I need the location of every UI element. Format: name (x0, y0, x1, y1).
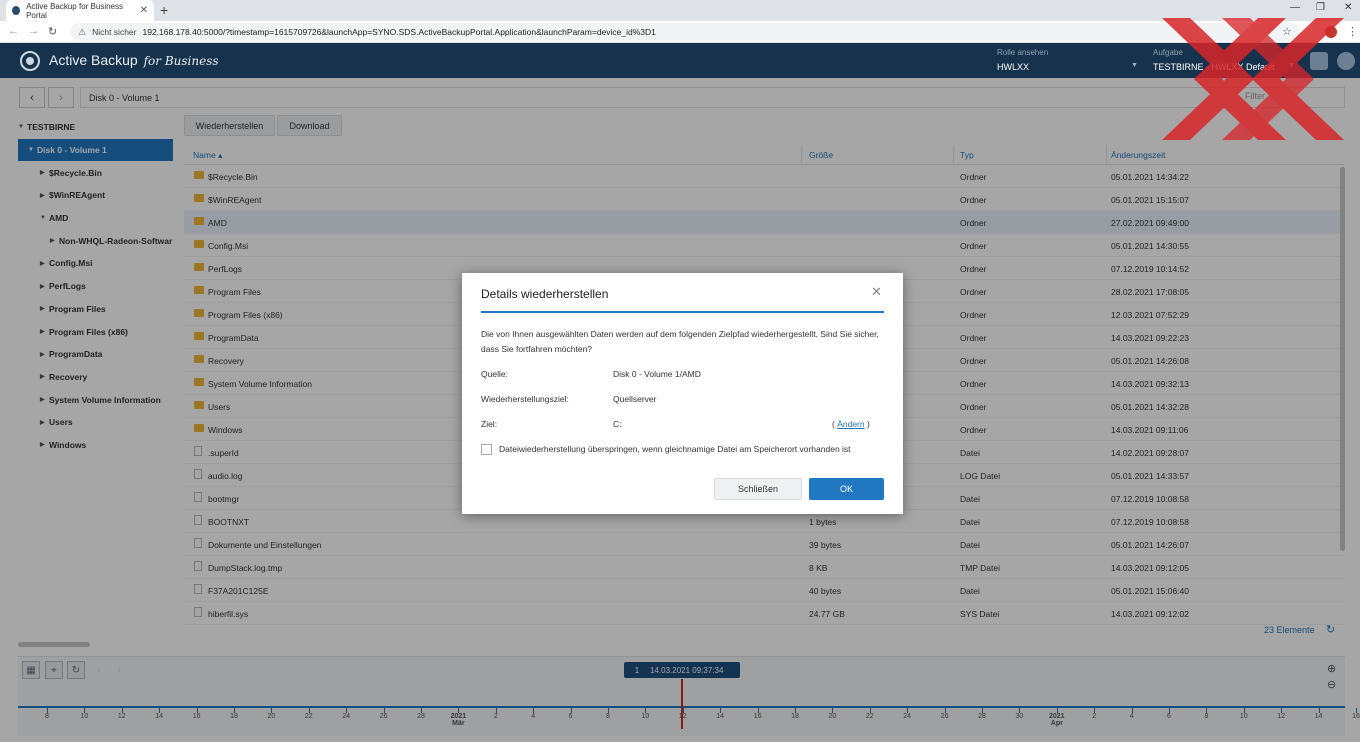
app-title-suffix: for Business (143, 54, 219, 68)
warning-icon: ⚠ (78, 26, 87, 37)
active-backup-logo-icon (20, 51, 40, 71)
task-select[interactable]: TESTBIRNE - HWLXX Default (1153, 62, 1275, 72)
destination-label: Ziel: (481, 419, 498, 429)
reload-icon[interactable]: ↻ (48, 25, 57, 38)
task-chevron-down-icon[interactable]: ▼ (1288, 62, 1295, 69)
role-select[interactable]: HWLXX (997, 62, 1029, 72)
restore-details-dialog: Details wiederherstellen ✕ Die von Ihnen… (462, 273, 903, 514)
app-title: Active Backup for Business (49, 52, 219, 68)
source-value: Disk 0 - Volume 1/AMD (613, 369, 701, 379)
url-text: 192.168.178.40:5000/?timestamp=161570972… (142, 27, 656, 37)
window-close-icon[interactable]: ✕ (1344, 2, 1352, 13)
browser-tab[interactable]: Active Backup for Business Portal ✕ (6, 0, 154, 21)
change-destination: ( Ändern ) (832, 419, 870, 429)
menu-icon[interactable]: ⋮ (1347, 25, 1358, 38)
close-tab-icon[interactable]: ✕ (140, 5, 148, 16)
app-title-main: Active Backup (49, 52, 138, 68)
source-label: Quelle: (481, 369, 508, 379)
app-header: Active Backup for Business Rolle ansehen… (0, 43, 1360, 78)
destination-value: C: (613, 419, 622, 429)
minimize-icon[interactable]: — (1290, 2, 1300, 13)
user-avatar-icon[interactable] (1337, 52, 1355, 70)
maximize-icon[interactable]: ❐ (1316, 2, 1325, 13)
star-icon[interactable]: ☆ (1282, 25, 1292, 38)
dialog-title: Details wiederherstellen (481, 287, 609, 301)
dialog-close-icon[interactable]: ✕ (871, 284, 882, 300)
dialog-divider (481, 311, 884, 313)
ok-button[interactable]: OK (809, 478, 884, 500)
restore-target-value: Quellserver (613, 394, 657, 404)
favicon-icon (12, 6, 21, 15)
address-bar-row: ← → ↻ ⚠ Nicht sicher 192.168.178.40:5000… (0, 21, 1360, 43)
forward-icon[interactable]: → (28, 25, 39, 37)
task-label: Aufgabe (1153, 48, 1183, 57)
back-icon[interactable]: ← (8, 25, 19, 37)
url-field[interactable]: ⚠ Nicht sicher 192.168.178.40:5000/?time… (70, 23, 1300, 41)
skip-existing-label: Dateiwiederherstellung überspringen, wen… (499, 444, 851, 454)
profile-icon[interactable] (1325, 26, 1337, 38)
role-label: Rolle ansehen (997, 48, 1049, 57)
new-tab-icon[interactable]: + (160, 2, 168, 18)
dialog-message: Die von Ihnen ausgewählten Daten werden … (481, 329, 879, 354)
skip-existing-checkbox[interactable] (481, 444, 492, 455)
security-label: Nicht sicher (92, 27, 137, 37)
role-chevron-down-icon[interactable]: ▼ (1131, 62, 1138, 69)
browser-tab-strip: Active Backup for Business Portal ✕ + — … (0, 0, 1360, 21)
change-link[interactable]: Ändern (837, 419, 864, 429)
notification-icon[interactable] (1310, 52, 1328, 70)
close-button[interactable]: Schließen (714, 478, 802, 500)
restore-target-label: Wiederherstellungsziel: (481, 394, 569, 404)
tab-title: Active Backup for Business Portal (26, 1, 123, 20)
